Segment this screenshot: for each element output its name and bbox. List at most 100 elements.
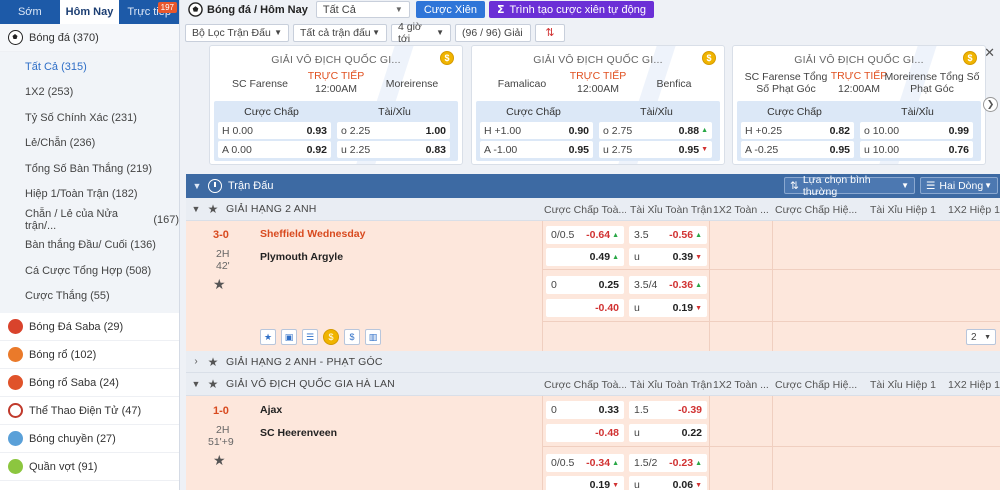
odds-cell[interactable]: H +1.00 0.90 [480,122,593,139]
odds-cell[interactable]: A 0.00 0.92 [218,141,331,158]
view-select[interactable]: ☰ Hai Dòng ▼ [920,177,998,194]
parlay-button[interactable]: Cược Xiên [415,1,485,18]
sub-item-mix-parlay[interactable]: Cá Cược Tổng Hợp (508) [0,258,179,284]
star-icon[interactable]: ★ [206,355,220,369]
sort-toggle-button[interactable]: ⇅ [535,23,565,42]
all-matches-select[interactable]: Tất cả trận đấu ▼ [293,23,387,42]
star-icon[interactable]: ★ [213,276,226,293]
auto-parlay-button[interactable]: ⵉ Trình tạo cược xiên tự động [488,1,654,18]
over-under-odds-cell[interactable]: 3.5 -0.56 ▲ [629,226,707,244]
collapse-chevron-icon[interactable]: ▼ [186,204,206,214]
sub-item-label: 1X2 [25,86,45,99]
tab-today[interactable]: Hôm Nay [59,0,120,24]
scoreboard-icon[interactable]: ☰ [302,329,318,345]
sub-item-odd-even[interactable]: Lẻ/Chẵn (236) [0,131,179,157]
tab-label: Sớm [17,6,42,18]
match-filter-select[interactable]: Bộ Lọc Trận Đấu ▼ [185,23,289,42]
esports-icon [8,403,23,418]
odds-down-icon: ▼ [695,481,702,489]
hours-select[interactable]: 4 giờ tới ▼ [391,21,451,45]
odds-value: 0.99 [948,124,969,137]
sub-item-all[interactable]: Tất Cả (315) [0,54,179,80]
sidebar-item-basketball-saba[interactable]: Bóng rổ Saba (24) [0,369,179,397]
odds-up-icon: ▲ [612,459,619,467]
odds-value: 0.95 [829,143,850,156]
sidebar-item-esports[interactable]: Thể Thao Điện Tử (47) [0,397,179,425]
odds-value: 0.90 [568,124,589,137]
over-under-odds-cell[interactable]: u 0.06 ▼ [629,476,707,490]
star-icon[interactable]: ★ [206,202,220,216]
sidebar-item-soccer[interactable]: Bóng đá (370) [0,24,179,52]
sidebar-item-tennis[interactable]: Quần vợt (91) [0,453,179,481]
featured-matches: ✕ GIẢI VÔ ĐỊCH QUỐC GI... $ SC Farense T… [182,45,1000,167]
featured-card[interactable]: GIẢI VÔ ĐỊCH QUỐC GI... $ Famalicao TRỰC… [471,45,725,165]
star-icon[interactable]: ★ [213,452,226,469]
collapse-chevron-icon[interactable]: ▼ [186,181,208,191]
odds-cell[interactable]: u 2.25 0.83 [337,141,450,158]
sort-select[interactable]: ⇅ Lựa chọn bình thường ▼ [784,174,915,198]
sub-item-half-full[interactable]: Hiệp 1/Toàn Trận (182) [0,182,179,208]
expand-chevron-icon[interactable]: › [186,356,206,367]
match-period: 2H [216,248,230,260]
odds-cell[interactable]: o 2.75 0.88 ▲ [599,122,712,139]
odds-cell[interactable]: u 10.00 0.76 [860,141,973,158]
league-header[interactable]: › ★ GIẢI HẠNG 2 ANH - PHẠT GÓC [186,351,1000,373]
handicap-odds-cell[interactable]: 0 0.33 [546,401,624,419]
handicap-odds-cell[interactable]: 0 0.25 [546,276,624,294]
handicap-odds-cell[interactable]: 0/0.5 -0.34 ▲ [546,454,624,472]
star-icon[interactable]: ★ [206,377,220,391]
sidebar-item-label: Bóng chuyền [29,432,94,445]
sidebar-item-volleyball[interactable]: Bóng chuyền (27) [0,425,179,453]
odds-cell[interactable]: o 10.00 0.99 [860,122,973,139]
featured-card[interactable]: GIẢI VÔ ĐỊCH QUỐC GI... $ SC Farense TRỰ… [209,45,463,165]
sub-item-count: (231) [111,111,137,124]
sub-item-half-odd-even[interactable]: Chẵn / Lẻ của Nửa trận/... (167) [0,207,179,233]
sub-item-label: Chẵn / Lẻ của Nửa trận/... [25,207,118,232]
statistics-icon[interactable]: ▥ [365,329,381,345]
more-markets-select[interactable]: 2 ▼ [966,329,996,345]
market-select[interactable]: Tất Cả ▼ [315,1,410,18]
odds-value: -0.40 [595,302,619,314]
sidebar-item-label: Thể Thao Điện Tử [29,404,119,417]
odds-value: 0.93 [306,124,327,137]
favorite-star-icon[interactable]: ★ [260,329,276,345]
league-header[interactable]: ▼ ★ GIẢI HẠNG 2 ANH Cược Chấp Toà... Tài… [186,198,1000,221]
handicap-odds-cell[interactable]: -0.48 [546,424,624,442]
odds-cell[interactable]: H 0.00 0.93 [218,122,331,139]
card-league: GIẢI VÔ ĐỊCH QUỐC GI... [271,54,401,66]
handicap-odds-cell[interactable]: 0/0.5 -0.64 ▲ [546,226,624,244]
next-arrow-icon[interactable]: ❯ [983,97,998,112]
live-tv-icon[interactable]: ▣ [281,329,297,345]
featured-card[interactable]: GIẢI VÔ ĐỊCH QUỐC GI... $ SC Farense Tổn… [732,45,986,165]
card-league: GIẢI VÔ ĐỊCH QUỐC GI... [533,54,663,66]
dollar-icon[interactable]: $ [344,329,360,345]
odds-cell[interactable]: A -0.25 0.95 [741,141,854,158]
sub-item-first-last-goal[interactable]: Bàn thắng Đầu/ Cuối (136) [0,233,179,259]
league-count-select[interactable]: (96 / 96) Giải [455,23,531,42]
odds-cell[interactable]: H +0.25 0.82 [741,122,854,139]
handicap-odds-cell[interactable]: 0.49 ▲ [546,248,624,266]
odds-cell[interactable]: u 2.75 0.95 ▼ [599,141,712,158]
collapse-chevron-icon[interactable]: ▼ [186,379,206,389]
over-under-odds-cell[interactable]: u 0.19 ▼ [629,299,707,317]
over-under-odds-cell[interactable]: 1.5 -0.39 [629,401,707,419]
sub-item-total-goals[interactable]: Tổng Số Bàn Thắng (219) [0,156,179,182]
tab-live[interactable]: Trực tiếp 197 [119,0,179,24]
odds-cell[interactable]: o 2.25 1.00 [337,122,450,139]
over-under-odds-cell[interactable]: 3.5/4 -0.36 ▲ [629,276,707,294]
handicap-odds-cell[interactable]: -0.40 [546,299,624,317]
cashout-icon[interactable]: $ [323,329,339,345]
sidebar-item-basketball[interactable]: Bóng rổ (102) [0,341,179,369]
over-under-odds-cell[interactable]: 1.5/2 -0.23 ▲ [629,454,707,472]
sub-item-correct-score[interactable]: Tỷ Số Chính Xác (231) [0,105,179,131]
odds-cell[interactable]: A -1.00 0.95 [480,141,593,158]
sidebar-item-soccer-saba[interactable]: Bóng Đá Saba (29) [0,313,179,341]
sub-item-1x2[interactable]: 1X2 (253) [0,80,179,106]
odds-line: 0 [551,279,557,291]
handicap-odds-cell[interactable]: 0.19 ▼ [546,476,624,490]
tab-early[interactable]: Sớm [0,0,60,24]
over-under-odds-cell[interactable]: u 0.22 [629,424,707,442]
over-under-odds-cell[interactable]: u 0.39 ▼ [629,248,707,266]
sub-item-outright[interactable]: Cược Thắng (55) [0,284,179,310]
league-header[interactable]: ▼ ★ GIẢI VÔ ĐỊCH QUỐC GIA HÀ LAN Cược Ch… [186,373,1000,396]
